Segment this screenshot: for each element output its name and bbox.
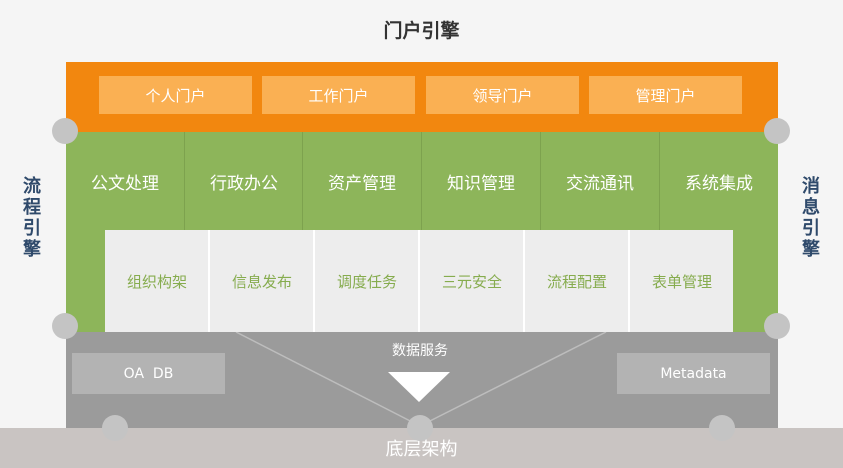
svc-form-management: 表单管理 bbox=[651, 272, 712, 291]
svc-task-scheduling: 调度任务 bbox=[336, 272, 397, 291]
metadata-box: Metadata bbox=[617, 353, 770, 394]
svc-info-publish: 信息发布 bbox=[231, 272, 292, 291]
app-knowledge-management: 知识管理 bbox=[447, 173, 515, 194]
data-service-label: 数据服务 bbox=[392, 343, 448, 359]
connector-dot bbox=[709, 415, 735, 441]
down-triangle-icon bbox=[388, 372, 450, 402]
app-divider bbox=[659, 132, 660, 230]
admin-portal-box: 管理门户 bbox=[589, 76, 742, 114]
connector-dot bbox=[52, 118, 78, 144]
app-divider bbox=[540, 132, 541, 230]
personal-portal-box: 个人门户 bbox=[99, 76, 252, 114]
svc-organization: 组织构架 bbox=[126, 272, 187, 291]
oa-db-box: OA DB bbox=[72, 353, 225, 394]
app-system-integration: 系统集成 bbox=[685, 173, 753, 194]
portal-engine-title: 门户引擎 bbox=[383, 19, 460, 42]
leader-portal-box: 领导门户 bbox=[426, 76, 579, 114]
service-divider bbox=[628, 230, 630, 332]
service-divider bbox=[523, 230, 525, 332]
app-divider bbox=[302, 132, 303, 230]
message-engine-label: 消息引擎 bbox=[802, 176, 820, 260]
app-admin-office: 行政办公 bbox=[210, 173, 278, 194]
service-divider bbox=[418, 230, 420, 332]
connector-dot bbox=[764, 313, 790, 339]
app-asset-management: 资产管理 bbox=[328, 173, 396, 194]
service-divider bbox=[208, 230, 210, 332]
connector-dot bbox=[52, 313, 78, 339]
svc-security: 三元安全 bbox=[441, 272, 502, 291]
app-divider bbox=[184, 132, 185, 230]
svc-workflow-config: 流程配置 bbox=[546, 272, 607, 291]
app-document-processing: 公文处理 bbox=[91, 173, 159, 194]
service-divider bbox=[313, 230, 315, 332]
work-portal-box: 工作门户 bbox=[262, 76, 415, 114]
app-communication: 交流通讯 bbox=[566, 173, 634, 194]
connector-dot bbox=[407, 415, 433, 441]
connector-dot bbox=[764, 118, 790, 144]
connector-dot bbox=[102, 415, 128, 441]
app-divider bbox=[421, 132, 422, 230]
workflow-engine-label: 流程引擎 bbox=[23, 176, 41, 260]
